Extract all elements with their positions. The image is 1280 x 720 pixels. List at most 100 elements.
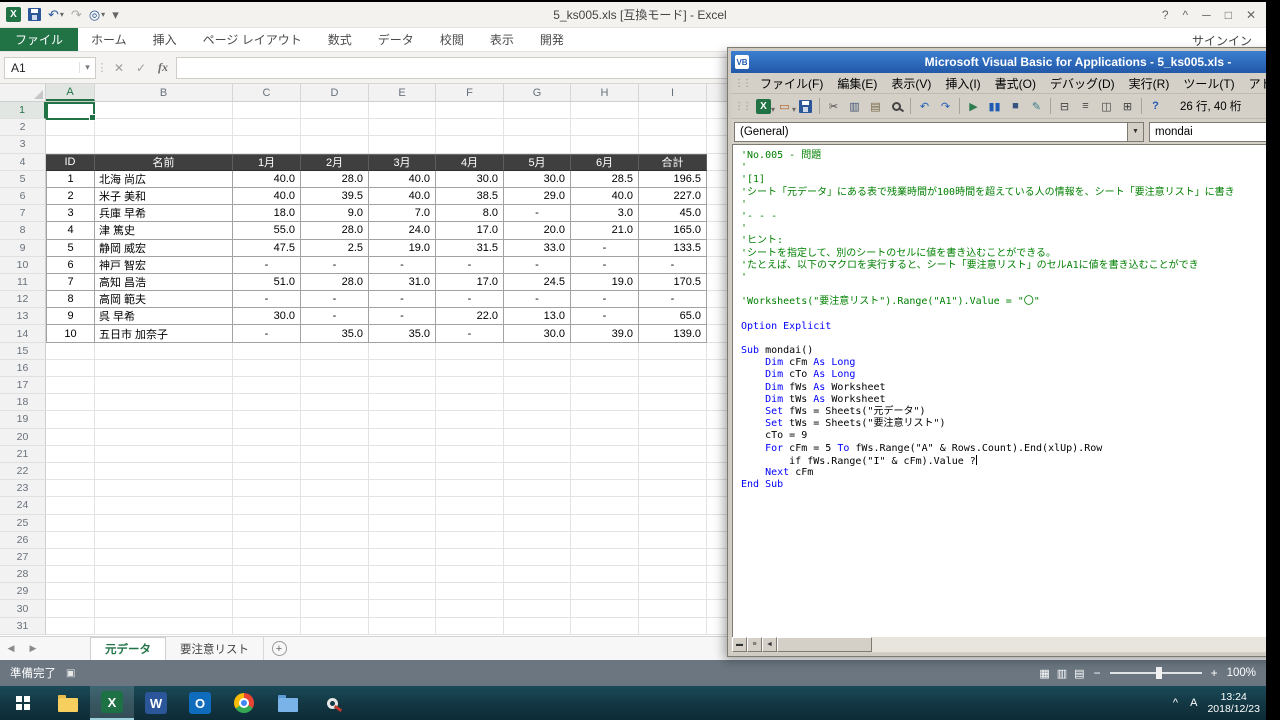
cell[interactable] xyxy=(233,532,301,549)
cell[interactable] xyxy=(639,532,707,549)
undo-button[interactable]: ↶▾ xyxy=(48,7,64,23)
scrollbar-track[interactable] xyxy=(777,637,1280,652)
outlook-taskbar-icon[interactable]: O xyxy=(178,686,222,720)
properties-window-button[interactable]: ≡ xyxy=(1075,97,1096,116)
cell[interactable]: 9.0 xyxy=(301,205,369,222)
cell[interactable] xyxy=(233,394,301,411)
redo-button-icon[interactable]: ↷ xyxy=(71,7,82,23)
zoom-slider[interactable] xyxy=(1110,672,1202,674)
cell[interactable] xyxy=(436,102,504,119)
cell[interactable] xyxy=(95,136,233,153)
page-break-preview-button[interactable]: ▤ xyxy=(1074,667,1084,680)
cell[interactable] xyxy=(436,583,504,600)
cell[interactable] xyxy=(46,549,95,566)
cell[interactable] xyxy=(46,583,95,600)
cell[interactable] xyxy=(571,583,639,600)
cell[interactable]: 35.0 xyxy=(369,325,436,342)
cell[interactable] xyxy=(436,600,504,617)
cell[interactable]: 3 xyxy=(46,205,95,222)
cell[interactable] xyxy=(571,394,639,411)
scroll-left-icon[interactable]: ◄ xyxy=(762,637,777,652)
cell[interactable]: 6 xyxy=(46,257,95,274)
cell[interactable]: 39.5 xyxy=(301,188,369,205)
cell[interactable] xyxy=(46,618,95,635)
cell[interactable] xyxy=(46,411,95,428)
cell[interactable] xyxy=(46,429,95,446)
help-button[interactable]: ? xyxy=(1145,97,1166,116)
redo-button[interactable]: ↷ xyxy=(71,7,82,23)
row-header-13[interactable]: 13 xyxy=(0,308,46,325)
cell[interactable] xyxy=(504,360,571,377)
cell[interactable]: 18.0 xyxy=(233,205,301,222)
run-button-icon[interactable]: ▶ xyxy=(969,100,977,113)
ribbon-display-options-button[interactable]: ^ xyxy=(1183,8,1189,22)
ribbon-tab-ページ レイアウト[interactable]: ページ レイアウト xyxy=(190,28,315,51)
cell[interactable] xyxy=(639,583,707,600)
cell[interactable] xyxy=(46,600,95,617)
code-line[interactable]: Dim tWs As Worksheet xyxy=(741,394,1280,406)
cell[interactable] xyxy=(369,480,436,497)
cell[interactable] xyxy=(301,377,369,394)
cell[interactable] xyxy=(639,497,707,514)
cell[interactable] xyxy=(504,515,571,532)
cell[interactable]: - xyxy=(301,257,369,274)
row-header-4[interactable]: 4 xyxy=(0,154,46,171)
cell[interactable] xyxy=(301,532,369,549)
cell[interactable] xyxy=(301,102,369,119)
cell[interactable]: 19.0 xyxy=(369,240,436,257)
row-header-30[interactable]: 30 xyxy=(0,600,46,617)
row-header-21[interactable]: 21 xyxy=(0,446,46,463)
cell[interactable]: - xyxy=(301,308,369,325)
cell[interactable]: - xyxy=(571,257,639,274)
cell[interactable] xyxy=(436,446,504,463)
cell[interactable] xyxy=(95,549,233,566)
sheet-tab-要注意リスト[interactable]: 要注意リスト xyxy=(166,637,264,660)
cell[interactable]: - xyxy=(639,291,707,308)
cell[interactable] xyxy=(504,119,571,136)
cell[interactable]: 139.0 xyxy=(639,325,707,342)
cell[interactable]: 1月 xyxy=(233,154,301,171)
name-box-dropdown-icon[interactable]: ▾ xyxy=(79,62,95,73)
design-mode-button[interactable]: ✎ xyxy=(1026,97,1047,116)
vbe-menu-編集(E)[interactable]: 編集(E) xyxy=(830,75,884,92)
cell[interactable] xyxy=(436,119,504,136)
column-header-B[interactable]: B xyxy=(95,84,233,101)
cell[interactable] xyxy=(301,497,369,514)
cell[interactable]: 28.5 xyxy=(571,171,639,188)
cell[interactable] xyxy=(95,119,233,136)
cell[interactable] xyxy=(46,497,95,514)
cell[interactable] xyxy=(46,360,95,377)
cell[interactable]: 名前 xyxy=(95,154,233,171)
cell[interactable] xyxy=(233,618,301,635)
row-header-3[interactable]: 3 xyxy=(0,136,46,153)
cell[interactable] xyxy=(46,394,95,411)
cell[interactable] xyxy=(369,377,436,394)
cell[interactable] xyxy=(504,411,571,428)
cell[interactable]: 8 xyxy=(46,291,95,308)
project-explorer-button-icon[interactable]: ⊟ xyxy=(1060,100,1069,113)
column-header-G[interactable]: G xyxy=(504,84,571,101)
code-line[interactable] xyxy=(741,333,1280,345)
cell[interactable]: - xyxy=(571,291,639,308)
row-header-1[interactable]: 1 xyxy=(0,102,46,119)
cell[interactable] xyxy=(369,343,436,360)
code-line[interactable]: Dim cFm As Long xyxy=(741,357,1280,369)
cell[interactable] xyxy=(571,549,639,566)
cell[interactable]: 7 xyxy=(46,274,95,291)
cell[interactable] xyxy=(571,343,639,360)
cell[interactable] xyxy=(369,463,436,480)
cell[interactable]: 40.0 xyxy=(233,171,301,188)
help-button-icon[interactable]: ? xyxy=(1152,100,1159,112)
cell[interactable] xyxy=(233,119,301,136)
cell[interactable] xyxy=(504,136,571,153)
code-line[interactable]: 'たとえば、以下のマクロを実行すると、シート「要注意リスト」のセルA1に値を書き… xyxy=(741,260,1280,272)
column-header-I[interactable]: I xyxy=(639,84,707,101)
save-button-icon[interactable] xyxy=(28,8,41,21)
code-line[interactable]: Dim cTo As Long xyxy=(741,369,1280,381)
word-taskbar-icon[interactable]: W xyxy=(134,686,178,720)
object-dropdown[interactable]: (General) ▼ xyxy=(734,122,1144,142)
cell[interactable] xyxy=(95,583,233,600)
code-line[interactable] xyxy=(741,308,1280,320)
undo-button-icon[interactable]: ↶ xyxy=(48,7,59,23)
cell[interactable] xyxy=(504,343,571,360)
